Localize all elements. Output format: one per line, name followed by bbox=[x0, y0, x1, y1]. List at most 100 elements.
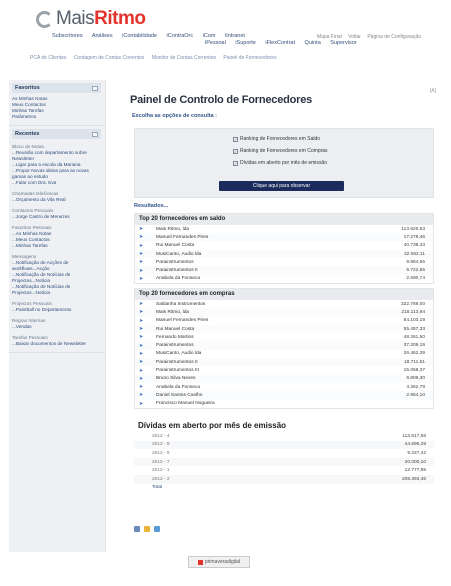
nav-item[interactable]: Análises bbox=[92, 33, 113, 39]
collapse-icon[interactable] bbox=[92, 131, 98, 137]
table-row[interactable]: 2012 - 5 44.696,29 bbox=[134, 440, 434, 450]
sidebar-item[interactable]: ...Baixar documentos de Newsletter bbox=[12, 341, 101, 347]
table-row[interactable]: ➤ MusiCanto, Audio lda 26.462,39 bbox=[135, 349, 433, 359]
arrow-right-icon: ➤ bbox=[139, 259, 144, 266]
month-label: 2012 - 2 bbox=[152, 476, 170, 482]
checkbox-checked-icon[interactable]: ✓ bbox=[233, 148, 238, 154]
nav-item[interactable]: iSuporte bbox=[235, 40, 256, 46]
table-row[interactable]: ➤ Parainstrumentos 37.209,15 bbox=[135, 341, 433, 350]
option-row[interactable]: ✓ Ranking de Fornecedores em Saldo bbox=[233, 136, 320, 142]
table-row[interactable]: ➤ Parainstrumentos 9.864,65 bbox=[135, 258, 433, 267]
table-row[interactable]: ➤ Parainstrumentos II 5.722,55 bbox=[135, 266, 433, 275]
table-row[interactable]: ➤ Daniel Santos Coelho 2.954,10 bbox=[135, 391, 433, 400]
top-right-links: Mapa Final Voltar Página de Configuração bbox=[312, 34, 421, 40]
arrow-right-icon: ➤ bbox=[139, 350, 144, 357]
nav-item[interactable]: iIntranet bbox=[225, 33, 245, 39]
subnav-item[interactable]: Contagem de Contas Correntes bbox=[74, 55, 145, 61]
table-row[interactable]: ➤ Saldanha Instrumentos 322.789,00 bbox=[135, 300, 433, 309]
option-row[interactable]: ✓ Dívidas em aberto por mês de emissão bbox=[233, 160, 327, 166]
subnav-item[interactable]: PCA de Clientes bbox=[30, 55, 66, 61]
sidebar-item[interactable]: ...Notificação de Acções de workflows...… bbox=[12, 260, 101, 272]
supplier-name: Parainstrumentos bbox=[156, 343, 194, 349]
subnav-item[interactable]: Painel de Fornecedores bbox=[223, 55, 276, 61]
sidebar-item[interactable]: ...Notificação de Notícias de Projectos.… bbox=[12, 272, 101, 284]
submit-button[interactable]: Clique aqui para observar bbox=[219, 181, 344, 191]
top-link[interactable]: Voltar bbox=[348, 34, 361, 40]
section-title: Dívidas em aberto por mês de emissão bbox=[138, 421, 287, 430]
top-link[interactable]: Página de Configuração bbox=[367, 34, 421, 40]
table-row[interactable]: ➤ Manuel Fernandes Pires 17.278,46 bbox=[135, 233, 433, 242]
sidebar-item[interactable]: ...Propor Novas ideias para as novas gam… bbox=[12, 168, 101, 180]
nav-item[interactable]: iPessoal bbox=[205, 40, 226, 46]
logo-text-part1: Mais bbox=[56, 8, 95, 29]
table-row[interactable]: Total bbox=[134, 483, 434, 493]
users-icon[interactable] bbox=[154, 526, 160, 532]
nav-item[interactable]: iContabilidade bbox=[122, 33, 157, 39]
table-row[interactable]: ➤ Bruno Silva Neves 9.809,30 bbox=[135, 374, 433, 383]
table-row[interactable]: ➤ Rui Manuel Costa 40.738,33 bbox=[135, 241, 433, 250]
table-row[interactable]: ➤ Francisco Manuel Nogueira bbox=[135, 399, 433, 408]
table-row[interactable]: ➤ Anabela da Fonseca 4.362,78 bbox=[135, 382, 433, 392]
results-label: Resultados... bbox=[134, 203, 169, 209]
sidebar-item[interactable]: Parâmetros bbox=[12, 114, 101, 120]
subnav-item[interactable]: Monitor de Contas Correntes bbox=[152, 55, 216, 61]
supplier-value: 40.738,33 bbox=[403, 243, 425, 249]
nav-item[interactable]: Quinta bbox=[305, 40, 321, 46]
logo[interactable]: Mais Ritmo bbox=[36, 8, 146, 30]
logo-mark-icon bbox=[36, 10, 53, 28]
sidebar-item[interactable]: ...Jorge Castro de Menezes bbox=[12, 214, 101, 220]
table-row[interactable]: ➤ Parainstrumentos III 15.068,37 bbox=[135, 366, 433, 375]
sidebar-item[interactable]: ...Minhas Tarefas bbox=[12, 243, 101, 249]
supplier-name: Parainstrumentos III bbox=[156, 368, 199, 374]
month-label: 2012 - 6 bbox=[152, 450, 170, 456]
table-row[interactable]: 2012 - 7 20.000,10 bbox=[134, 457, 434, 467]
table-row[interactable]: ➤ Mais Ritmo, lda 113.625,53 bbox=[135, 225, 433, 234]
options-title: Escolha as opções de consulta : bbox=[132, 113, 217, 119]
table-row[interactable]: ➤ MusiCanto, Audio lda 32.052,11 bbox=[135, 249, 433, 259]
sidebar-item[interactable]: ...Falar com Dra. Eva bbox=[12, 180, 101, 186]
sidebar-item[interactable]: ...Vendas bbox=[12, 324, 101, 330]
table-row[interactable]: 2012 - 6 9.227,42 bbox=[134, 449, 434, 458]
supplier-value: 32.052,11 bbox=[404, 251, 425, 257]
supplier-value: 48.261,50 bbox=[403, 334, 425, 340]
supplier-name: Parainstrumentos bbox=[156, 259, 194, 265]
primary-nav-cont: iPessoal iSuporte iFlexContrat Quinta Su… bbox=[205, 40, 365, 46]
checkbox-checked-icon[interactable]: ✓ bbox=[233, 160, 238, 166]
option-row[interactable]: ✓ Ranking de Fornecedores em Compras bbox=[233, 148, 328, 154]
sidebar-item[interactable]: ...Orçamento da Vila Real bbox=[12, 197, 101, 203]
supplier-name: Francisco Manuel Nogueira bbox=[156, 401, 215, 407]
table-row[interactable]: ➤ Manuel Fernandes Pires 84.103,19 bbox=[135, 316, 433, 325]
table-row[interactable]: ➤ Parainstrumentos II 18.711,51 bbox=[135, 358, 433, 367]
footer-brand[interactable]: primaveradigital bbox=[188, 556, 250, 568]
star-icon[interactable] bbox=[144, 526, 150, 532]
collapse-icon[interactable] bbox=[92, 85, 98, 91]
nav-item[interactable]: Supervisor bbox=[330, 40, 356, 46]
nav-item[interactable]: iCom bbox=[203, 33, 216, 39]
supplier-value: 5.722,55 bbox=[406, 268, 425, 274]
recent-title: Recentes bbox=[15, 131, 40, 137]
debt-value: 208.393,46 bbox=[401, 476, 426, 482]
table-row[interactable]: ➤ Rui Manuel Costa 55.457,33 bbox=[135, 324, 433, 334]
zoom-label[interactable]: [A] bbox=[430, 88, 436, 94]
supplier-value: 17.278,46 bbox=[403, 234, 425, 240]
table-row[interactable]: ➤ Fernando Martins 48.261,50 bbox=[135, 333, 433, 342]
table-row[interactable]: 2012 - 4 113.617,58 bbox=[134, 432, 434, 441]
arrow-right-icon: ➤ bbox=[139, 242, 144, 249]
sidebar-item[interactable]: ...Reunião com departamento sobre Newsle… bbox=[12, 150, 101, 162]
table-row[interactable]: ➤ Mais Ritmo, lda 218.113,94 bbox=[135, 308, 433, 317]
nav-item[interactable]: Subscritores bbox=[52, 33, 83, 39]
supplier-value: 322.789,00 bbox=[400, 301, 425, 307]
top-link[interactable]: Mapa Final bbox=[317, 34, 342, 40]
edit-icon[interactable] bbox=[134, 526, 140, 532]
sidebar-item[interactable]: ...Paintball no Departamento bbox=[12, 307, 101, 313]
table-row[interactable]: 2012 - 2 208.393,46 bbox=[134, 474, 434, 484]
supplier-value: 2.690,74 bbox=[406, 276, 425, 282]
nav-item[interactable]: iFlexContrat bbox=[265, 40, 295, 46]
arrow-right-icon: ➤ bbox=[139, 375, 144, 382]
table-row[interactable]: 2012 - 1 12.777,85 bbox=[134, 466, 434, 475]
nav-item[interactable]: iContraOrc bbox=[167, 33, 194, 39]
checkbox-checked-icon[interactable]: ✓ bbox=[233, 136, 238, 142]
sidebar: Favoritos As Minhas Notas Meus Contactos… bbox=[9, 80, 106, 552]
table-row[interactable]: ➤ Anabela da Fonseca 2.690,74 bbox=[135, 274, 433, 284]
sidebar-item[interactable]: ...Notificação de Notícias de Projectos.… bbox=[12, 284, 101, 296]
